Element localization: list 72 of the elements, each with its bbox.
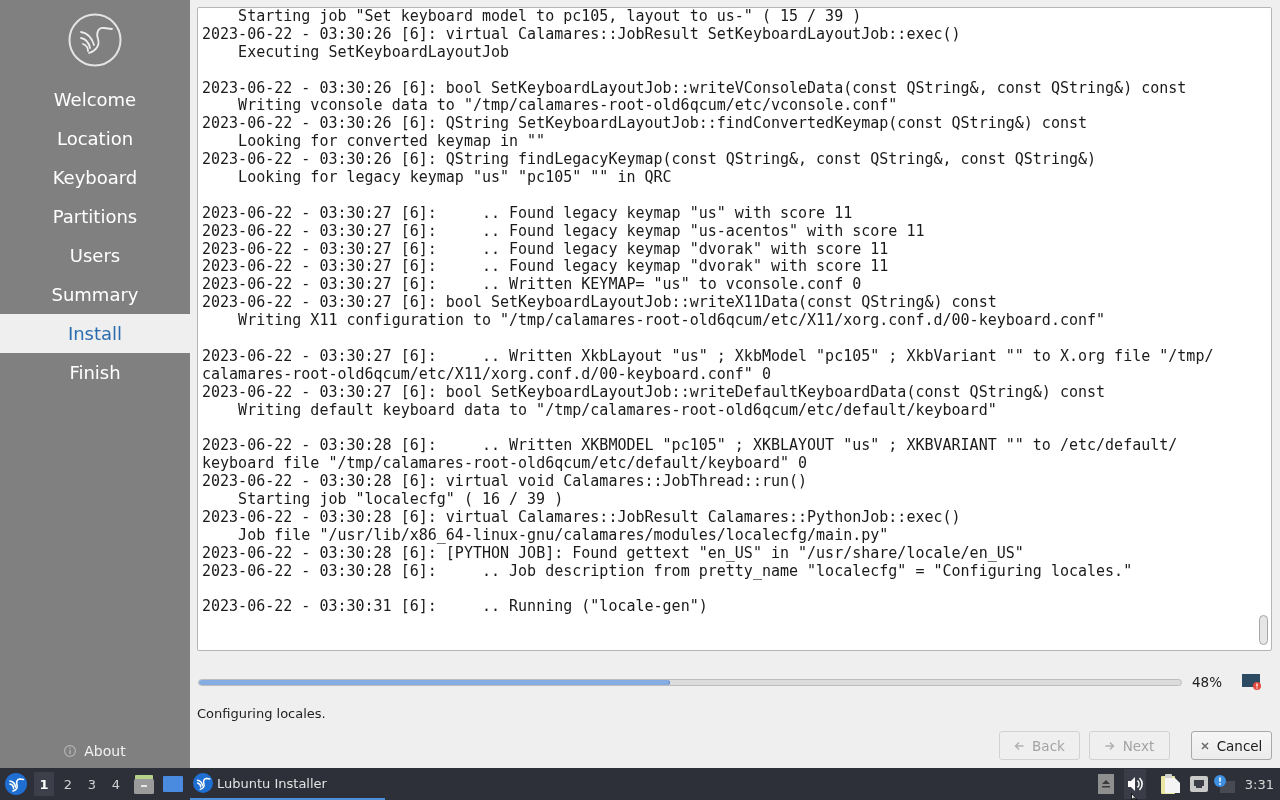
- task-button[interactable]: Lubuntu Installer: [190, 768, 385, 800]
- close-icon: [1200, 741, 1209, 750]
- network-port-icon: [1189, 776, 1208, 792]
- log-line: 2023-06-22 - 03:30:28 [6]: [PYTHON JOB]: Found gettext "en_US" in "/usr/share/locale/en_US": [202, 544, 1024, 563]
- log-line: Writing vconsole data to "/tmp/calamares-root-old6qcum/etc/vconsole.conf": [238, 97, 898, 116]
- log-line: 2023-06-22 - 03:30:28 [6]: virtual void Calamares::JobThread::run(): [202, 473, 808, 492]
- start-menu-button[interactable]: [5, 773, 27, 795]
- log-line: calamares-root-old6qcum/etc/X11/xorg.conf.d/00-keyboard.conf" 0: [202, 365, 771, 384]
- drawer-icon: [134, 774, 154, 794]
- screen-alert-icon: [1242, 674, 1262, 690]
- log-line: 2023-06-22 - 03:30:31 [6]: .. Running ("locale-gen"): [202, 598, 708, 617]
- eject-button[interactable]: [1097, 774, 1114, 794]
- sidebar-step: Location: [0, 119, 190, 158]
- status-text: Configuring locales.: [197, 706, 326, 722]
- log-line: 2023-06-22 - 03:30:28 [6]: .. Written XKBMODEL "pc105" ; XKBLAYOUT "us" ; XKBVARIANT "" to /etc/default/: [202, 437, 1178, 456]
- log-line: Looking for converted keymap in "": [238, 133, 546, 152]
- log-line: Starting job "localecfg" ( 16 / 39 ): [238, 491, 564, 509]
- log-line: Writing X11 configuration to "/tmp/calamares-root-old6qcum/etc/X11/xorg.conf.d/00-keyboard.conf": [238, 312, 1106, 331]
- volume-button[interactable]: [1123, 769, 1146, 799]
- log-line: Executing SetKeyboardLayoutJob: [238, 43, 510, 62]
- log-line: 2023-06-22 - 03:30:26 [6]: QString SetKeyboardLayoutJob::findConvertedKeymap(const QString&) const: [202, 115, 1087, 134]
- network-button[interactable]: [1189, 776, 1208, 792]
- log-line: 2023-06-22 - 03:30:28 [6]: .. Job description from pretty_name "localecfg" = "Configuring locales.": [202, 562, 1133, 581]
- info-icon: [64, 745, 77, 757]
- sidebar-step: Welcome: [0, 80, 190, 119]
- desktop-icon: [163, 776, 183, 792]
- clock: 3:31: [1244, 776, 1274, 792]
- arrow-right-icon: [1104, 740, 1115, 751]
- sidebar-step: Summary: [0, 275, 190, 314]
- log-line: 2023-06-22 - 03:30:27 [6]: .. Found legacy keymap "us-acentos" with score 11: [202, 222, 925, 241]
- log-line: 2023-06-22 - 03:30:26 [6]: virtual Calamares::JobResult SetKeyboardLayoutJob::exec(): [202, 25, 961, 44]
- cancel-button[interactable]: Cancel: [1191, 731, 1272, 760]
- log-line: Writing default keyboard data to "/tmp/calamares-root-old6qcum/etc/default/keyboard": [238, 401, 997, 420]
- sidebar-step: Partitions: [0, 197, 190, 236]
- log-line: 2023-06-22 - 03:30:27 [6]: .. Written XkbLayout "us" ; XkbModel "pc105" ; XkbVariant "" to X.org file "/tmp/: [202, 347, 1214, 366]
- clipboard-button[interactable]: [1160, 774, 1181, 794]
- sidebar-step: Finish: [0, 353, 190, 392]
- log-line: 2023-06-22 - 03:30:27 [6]: .. Written KEYMAP= "us" to vconsole.conf 0: [202, 276, 862, 295]
- bird-logo-icon: [193, 773, 213, 793]
- log-line: 2023-06-22 - 03:30:26 [6]: QString findLegacyKeymap(const QString&, const QString&, const QString&): [202, 151, 1097, 169]
- about-button[interactable]: About: [64, 741, 126, 761]
- bird-logo-icon: [5, 773, 27, 795]
- progress-percent: 48%: [1192, 674, 1222, 690]
- log-line: 2023-06-22 - 03:30:27 [6]: .. Found legacy keymap "us" with score 11: [202, 204, 853, 223]
- log-toggle-button[interactable]: [1242, 674, 1262, 690]
- arrow-left-icon: [1014, 740, 1025, 751]
- workspace-button[interactable]: 2: [58, 772, 78, 796]
- log-line: 2023-06-22 - 03:30:27 [6]: .. Found legacy keymap "dvorak" with score 11: [202, 240, 889, 259]
- bird-logo-icon: [68, 13, 122, 67]
- scrollbar-thumb[interactable]: [1258, 615, 1268, 645]
- log-line: keyboard file "/tmp/calamares-root-old6qcum/etc/default/keyboard" 0: [202, 455, 808, 474]
- file-manager-button[interactable]: [134, 774, 154, 794]
- log-line: Job file "/usr/lib/x86_64-linux-gnu/calamares/modules/localecfg/main.py": [238, 526, 889, 545]
- log-line: 2023-06-22 - 03:30:27 [6]: bool SetKeyboardLayoutJob::writeDefaultKeyboardData(const QString&) const: [202, 383, 1106, 402]
- workspace-button[interactable]: 4: [106, 772, 126, 796]
- log-line: 2023-06-22 - 03:30:28 [6]: virtual Calamares::JobResult Calamares::PythonJob::exec(): [202, 508, 961, 527]
- log-line: Looking for legacy keymap "us" "pc105" "" in QRC: [238, 169, 672, 187]
- update-button[interactable]: [1213, 775, 1235, 793]
- log-line: Starting job "Set keyboard model to pc105, layout to us-" ( 15 / 39 ): [238, 8, 862, 26]
- workspace-button[interactable]: 3: [82, 772, 102, 796]
- log-line: 2023-06-22 - 03:30:26 [6]: bool SetKeyboardLayoutJob::writeVConsoleData(const QString&, const QString&) const: [202, 79, 1187, 98]
- mouse-pointer-icon: [1131, 793, 1138, 800]
- update-alert-icon: [1213, 775, 1235, 793]
- sidebar-step: Install: [0, 314, 190, 353]
- sidebar-step: Keyboard: [0, 158, 190, 197]
- workspace-button[interactable]: 1: [34, 772, 54, 796]
- eject-icon: [1097, 774, 1114, 794]
- speaker-icon: [1123, 769, 1146, 799]
- clipboard-icon: [1160, 774, 1181, 794]
- log-line: 2023-06-22 - 03:30:27 [6]: bool SetKeyboardLayoutJob::writeX11Data(const QString&) const: [202, 294, 997, 313]
- log-line: 2023-06-22 - 03:30:27 [6]: .. Found legacy keymap "dvorak" with score 11: [202, 258, 889, 277]
- sidebar-step: Users: [0, 236, 190, 275]
